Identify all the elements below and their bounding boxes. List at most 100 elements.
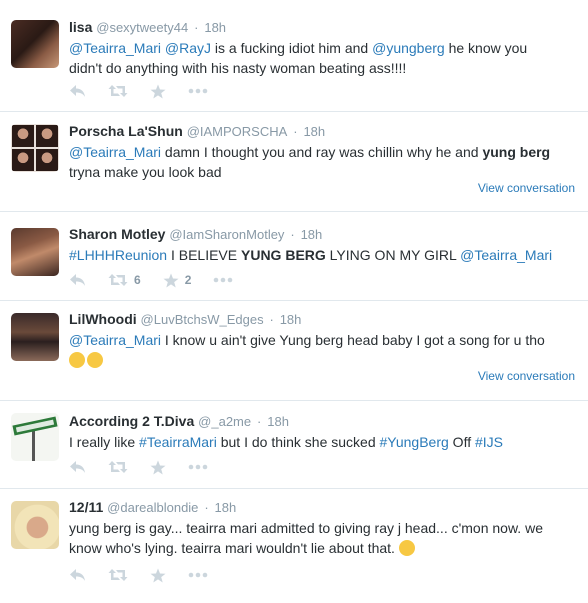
tweet-text: @Teairra_Mari I know u ain't give Yung b…	[69, 330, 578, 370]
timestamp[interactable]: 18h	[204, 20, 226, 35]
timestamp[interactable]: 18h	[301, 227, 323, 242]
mention-link[interactable]: @Teairra_Mari	[69, 40, 161, 56]
mention-link[interactable]: @RayJ	[165, 40, 211, 56]
retweet-icon	[108, 568, 128, 582]
avatar[interactable]	[11, 413, 59, 461]
user-handle[interactable]: @IAMPORSCHA	[187, 124, 288, 139]
timestamp[interactable]: 18h	[215, 500, 237, 515]
hashtag-link[interactable]: #IJS	[475, 434, 503, 450]
tweet-actions	[69, 458, 230, 476]
user-fullname[interactable]: 12/11	[69, 499, 103, 515]
reply-button[interactable]	[69, 84, 86, 98]
timestamp[interactable]: 18h	[303, 124, 325, 139]
user-fullname[interactable]: Porscha La'Shun	[69, 123, 183, 139]
star-icon	[163, 273, 179, 288]
view-conversation-link[interactable]: View conversation	[478, 181, 575, 195]
favorite-button[interactable]	[150, 568, 166, 583]
retweet-count: 6	[134, 273, 141, 287]
tweet[interactable]: 12/11 @darealblondie · 18h yung berg is …	[0, 489, 588, 603]
ellipsis-icon	[213, 277, 233, 283]
timestamp[interactable]: 18h	[267, 414, 289, 429]
favorite-button[interactable]: 2	[163, 273, 192, 288]
separator-dot: ·	[257, 414, 262, 429]
tweet-text-segment: know who's lying. teairra mari wouldn't …	[69, 540, 395, 556]
mention-link[interactable]: @Teairra_Mari	[460, 247, 552, 263]
hashtag-link[interactable]: #YungBerg	[380, 434, 449, 450]
more-button[interactable]	[188, 88, 208, 94]
more-button[interactable]	[213, 277, 233, 283]
ellipsis-icon	[188, 464, 208, 470]
tweet-header: lisa @sexytweety44 · 18h	[69, 18, 578, 36]
tweet-text-segment: yung berg is gay... teairra mari admitte…	[69, 520, 543, 536]
text-line: @Teairra_Mari @RayJ is a fucking idiot h…	[69, 38, 578, 58]
user-fullname[interactable]: LilWhoodi	[69, 311, 137, 327]
tweet-text-segment: Off	[448, 434, 475, 450]
reply-button[interactable]	[69, 568, 86, 582]
tweet[interactable]: Porscha La'Shun @IAMPORSCHA · 18h @Teair…	[0, 112, 588, 212]
user-handle[interactable]: @_a2me	[198, 414, 251, 429]
hashtag-link[interactable]: #LHHHReunion	[69, 247, 167, 263]
crying-face-emoji	[398, 540, 415, 556]
avatar[interactable]	[11, 20, 59, 68]
reply-button[interactable]	[69, 273, 86, 287]
more-button[interactable]	[188, 464, 208, 470]
tweet[interactable]: lisa @sexytweety44 · 18h @Teairra_Mari @…	[0, 0, 588, 112]
user-handle[interactable]: @darealblondie	[107, 500, 198, 515]
user-fullname[interactable]: Sharon Motley	[69, 226, 165, 242]
text-line: yung berg is gay... teairra mari admitte…	[69, 518, 578, 538]
retweet-icon	[108, 84, 128, 98]
kissing-face-emoji	[69, 352, 85, 368]
tweet-text-segment: but I do think she sucked	[216, 434, 380, 450]
tweet-actions: 6 2	[69, 271, 255, 289]
tweet-text-segment: damn I thought you and ray was chillin w…	[161, 144, 483, 160]
retweet-button[interactable]: 6	[108, 273, 141, 287]
tweet-feed: lisa @sexytweety44 · 18h @Teairra_Mari @…	[0, 0, 588, 603]
user-fullname[interactable]: lisa	[69, 19, 92, 35]
view-conversation-link[interactable]: View conversation	[478, 369, 575, 383]
tweet-header: Porscha La'Shun @IAMPORSCHA · 18h	[69, 122, 578, 140]
tweet-text-segment: I know u ain't give Yung berg head baby …	[161, 332, 545, 348]
tweet-text-segment: I really like	[69, 434, 140, 450]
user-handle[interactable]: @IamSharonMotley	[169, 227, 284, 242]
text-line: didn't do anything with his nasty woman …	[69, 58, 578, 78]
user-handle[interactable]: @sexytweety44	[96, 20, 188, 35]
favorite-count: 2	[184, 273, 192, 287]
street-sign-image	[12, 416, 58, 461]
mention-link[interactable]: @Teairra_Mari	[69, 144, 161, 160]
tweet-text: @Teairra_Mari damn I thought you and ray…	[69, 142, 578, 182]
favorite-button[interactable]	[150, 84, 166, 99]
user-fullname[interactable]: According 2 T.Diva	[69, 413, 194, 429]
avatar[interactable]	[11, 228, 59, 276]
retweet-button[interactable]	[108, 460, 128, 474]
more-button[interactable]	[188, 572, 208, 578]
text-line-content: know who's lying. teairra mari wouldn't …	[69, 540, 395, 556]
favorite-button[interactable]	[150, 460, 166, 475]
text-line: @Teairra_Mari damn I thought you and ray…	[69, 142, 578, 162]
user-handle[interactable]: @LuvBtchsW_Edges	[141, 312, 264, 327]
text-line: know who's lying. teairra mari wouldn't …	[69, 538, 578, 558]
tweet-text: @Teairra_Mari @RayJ is a fucking idiot h…	[69, 38, 578, 78]
tweet-actions	[69, 566, 230, 584]
text-line: @Teairra_Mari I know u ain't give Yung b…	[69, 330, 578, 350]
tweet[interactable]: Sharon Motley @IamSharonMotley · 18h #LH…	[0, 212, 588, 301]
mention-link[interactable]: @yungberg	[372, 40, 445, 56]
tweet[interactable]: According 2 T.Diva @_a2me · 18h I really…	[0, 401, 588, 489]
separator-dot: ·	[290, 227, 295, 242]
highlighted-text: YUNG BERG	[241, 247, 326, 263]
avatar[interactable]	[11, 313, 59, 361]
timestamp[interactable]: 18h	[280, 312, 302, 327]
reply-button[interactable]	[69, 460, 86, 474]
separator-dot: ·	[293, 124, 298, 139]
avatar[interactable]	[11, 124, 59, 172]
retweet-button[interactable]	[108, 568, 128, 582]
mention-link[interactable]: @Teairra_Mari	[69, 332, 161, 348]
tweet-text: #LHHHReunion I BELIEVE YUNG BERG LYING O…	[69, 245, 578, 265]
retweet-button[interactable]	[108, 84, 128, 98]
hashtag-link[interactable]: #TeairraMari	[139, 434, 217, 450]
tweet[interactable]: LilWhoodi @LuvBtchsW_Edges · 18h @Teairr…	[0, 301, 588, 401]
tweet-text: I really like #TeairraMari but I do thin…	[69, 432, 578, 452]
text-line: tryna make you look bad	[69, 162, 578, 182]
star-icon	[150, 568, 166, 583]
separator-dot: ·	[194, 20, 199, 35]
avatar[interactable]	[11, 501, 59, 549]
